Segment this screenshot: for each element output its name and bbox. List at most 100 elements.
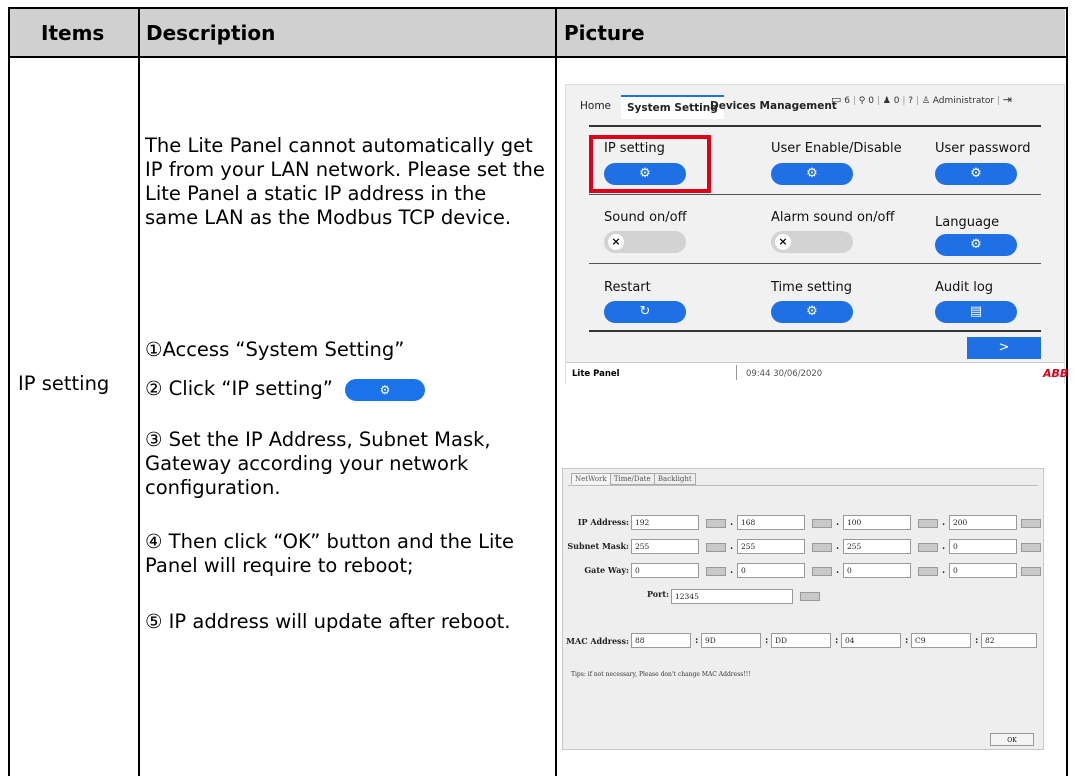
mac-octet-1[interactable]: 88	[631, 633, 691, 648]
restart-button[interactable]: ↻	[604, 301, 686, 323]
gateway-octet-3[interactable]: 0	[843, 563, 911, 578]
language-button[interactable]: ⚙	[935, 234, 1017, 256]
keyboard-icon[interactable]	[706, 567, 726, 576]
user-password-label: User password	[935, 141, 1031, 156]
step-3: ③ Set the IP Address, Subnet Mask, Gatew…	[145, 428, 491, 499]
user-name[interactable]: Administrator	[933, 96, 994, 106]
keyboard-icon[interactable]	[800, 592, 820, 601]
user-enable-button[interactable]: ⚙	[771, 163, 853, 185]
subnet-octet-4[interactable]: 0	[949, 539, 1017, 554]
subnet-octet-2[interactable]: 255	[737, 539, 805, 554]
step-4: ④ Then click “OK” button and the Lite Pa…	[145, 530, 515, 577]
step-1: ①Access “System Setting”	[145, 338, 405, 361]
time-setting-button[interactable]: ⚙	[771, 301, 853, 323]
alarm-sound-label: Alarm sound on/off	[771, 210, 895, 225]
step-2-row: ② Click “IP setting” ⚙	[145, 377, 426, 401]
dot-separator: .	[730, 542, 734, 552]
keyboard-icon[interactable]	[918, 567, 938, 576]
keyboard-icon[interactable]	[1021, 519, 1041, 528]
gear-icon: ⚙	[970, 166, 982, 181]
close-icon: ×	[608, 234, 624, 250]
ip-octet-1[interactable]: 192	[631, 515, 699, 530]
gateway-octet-2[interactable]: 0	[737, 563, 805, 578]
row-item-label: IP setting	[18, 372, 110, 395]
tab-time-date[interactable]: Time/Date	[609, 473, 655, 485]
divider-top	[589, 125, 1041, 127]
gear-icon: ⚙	[379, 382, 391, 397]
table-border-right	[1066, 7, 1068, 776]
keyboard-icon[interactable]	[918, 519, 938, 528]
close-icon: ×	[775, 234, 791, 250]
system-setting-screenshot: Home System Setting Devices Management ▭…	[565, 84, 1069, 384]
network-settings-screenshot: NetWork Time/Date Backlight IP Address: …	[562, 468, 1044, 750]
user-password-button[interactable]: ⚙	[935, 163, 1017, 185]
tab-backlight[interactable]: Backlight	[653, 473, 696, 485]
sound-label: Sound on/off	[604, 210, 687, 225]
gateway-octet-4[interactable]: 0	[949, 563, 1017, 578]
tab-network[interactable]: NetWork	[571, 473, 611, 484]
keyboard-icon[interactable]	[1021, 567, 1041, 576]
language-label: Language	[935, 215, 1000, 230]
keyboard-icon[interactable]	[918, 543, 938, 552]
audit-log-button[interactable]: ▤	[935, 301, 1017, 323]
plug-icon: ⚲	[858, 96, 866, 106]
ok-button[interactable]: OK	[990, 733, 1034, 746]
header-items: Items	[41, 21, 105, 45]
keyboard-icon[interactable]	[706, 519, 726, 528]
intro-text: The Lite Panel cannot automatically get …	[145, 134, 545, 229]
keyboard-icon[interactable]	[812, 519, 832, 528]
gear-icon: ⚙	[970, 237, 982, 252]
subnet-mask-label: Subnet Mask:	[567, 541, 629, 551]
subnet-octet-3[interactable]: 255	[843, 539, 911, 554]
tab-home[interactable]: Home	[574, 95, 617, 117]
ip-octet-2[interactable]: 168	[737, 515, 805, 530]
user-enable-label: User Enable/Disable	[771, 141, 902, 156]
mac-octet-3[interactable]: DD	[771, 633, 831, 648]
subnet-octet-1[interactable]: 255	[631, 539, 699, 554]
step-5: ⑤ IP address will update after reboot.	[145, 610, 511, 633]
colon-separator: :	[835, 636, 839, 646]
inline-ip-setting-button: ⚙	[345, 378, 426, 401]
gateway-label: Gate Way:	[584, 565, 629, 575]
user-icon: ♙	[921, 96, 930, 106]
keyboard-icon[interactable]	[706, 543, 726, 552]
ip-octet-3[interactable]: 100	[843, 515, 911, 530]
plug-count: 0	[868, 96, 874, 106]
dot-separator: .	[942, 542, 946, 552]
dot-separator: .	[836, 566, 840, 576]
tab-content-border	[568, 485, 1038, 486]
status-bar: ▭ 6 | ⚲ 0 | ♟ 0 | ? | ♙ Administrator | …	[831, 93, 1013, 106]
abb-logo: ABB	[1043, 367, 1069, 380]
alarm-sound-toggle[interactable]: ×	[771, 231, 853, 253]
dot-separator: .	[942, 518, 946, 528]
mac-octet-4[interactable]: 04	[841, 633, 901, 648]
gateway-octet-1[interactable]: 0	[631, 563, 699, 578]
port-field[interactable]: 12345	[671, 589, 793, 604]
monitor-icon: ▭	[831, 93, 842, 106]
footer-datetime: 09:44 30/06/2020	[746, 369, 823, 379]
monitor-count: 6	[844, 96, 851, 106]
mac-octet-6[interactable]: 82	[981, 633, 1037, 648]
logout-icon[interactable]: ⇥	[1003, 93, 1012, 106]
keyboard-icon[interactable]	[1021, 543, 1041, 552]
next-button[interactable]: >	[967, 337, 1041, 359]
table-border-top	[8, 7, 1068, 9]
keyboard-icon[interactable]	[812, 567, 832, 576]
table-divider-1	[138, 7, 140, 776]
audit-log-label: Audit log	[935, 280, 994, 295]
gear-icon: ⚙	[806, 304, 818, 319]
mac-address-label: MAC Address:	[566, 636, 629, 646]
tab-devices-management[interactable]: Devices Management	[704, 95, 843, 117]
ip-octet-4[interactable]: 200	[949, 515, 1017, 530]
keyboard-icon[interactable]	[812, 543, 832, 552]
footer-separator	[736, 365, 737, 380]
ip-address-label: IP Address:	[577, 517, 629, 527]
help-icon[interactable]: ?	[908, 96, 913, 106]
bell-icon: ♟	[882, 96, 891, 106]
mac-octet-5[interactable]: C9	[911, 633, 971, 648]
dot-separator: .	[730, 566, 734, 576]
port-label: Port:	[647, 589, 669, 599]
sound-toggle[interactable]: ×	[604, 231, 686, 253]
table-border-header	[8, 56, 1068, 58]
mac-octet-2[interactable]: 9D	[701, 633, 761, 648]
